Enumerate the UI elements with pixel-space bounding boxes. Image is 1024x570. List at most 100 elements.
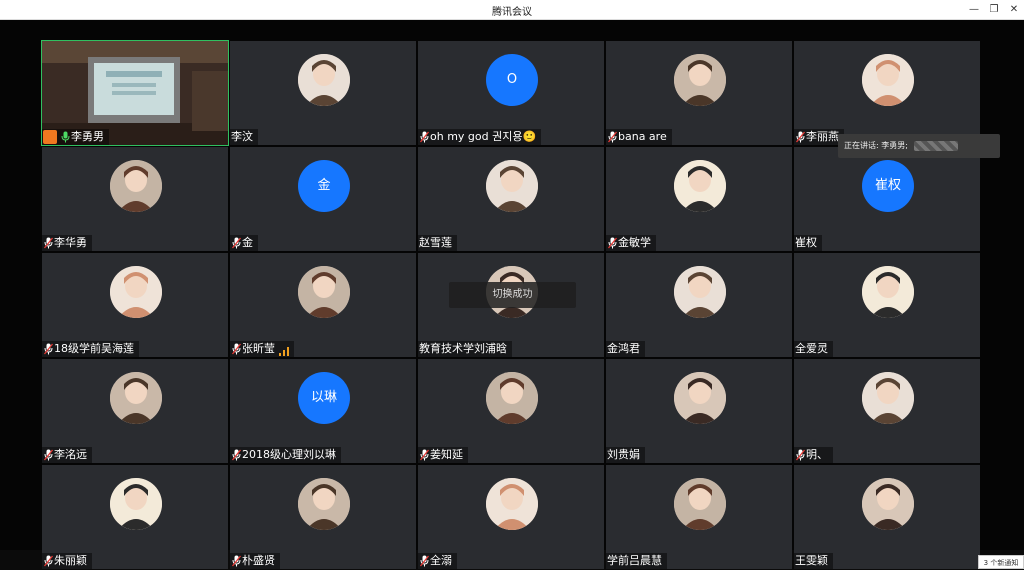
participant-avatar: 崔权 [862,160,914,212]
participant-avatar [486,478,538,530]
participant-tile[interactable]: 李华勇 [42,147,228,251]
participant-tile[interactable]: 全溺 [418,465,604,569]
participant-name-bar: 刘贵娟 [606,447,645,463]
participant-name: 刘贵娟 [607,448,640,461]
speaking-indicator: 正在讲话: 李勇男; [838,134,1000,158]
participant-name-bar: bana are [606,129,672,145]
minimize-icon[interactable]: — [964,1,984,19]
participant-name-bar: 明、 [794,447,833,463]
participant-name: 姜知延 [430,448,463,461]
participant-tile[interactable]: 18级学前吴海莲 [42,253,228,357]
participant-tile[interactable]: 以琳 2018级心理刘以琳 [230,359,416,463]
mic-muted-icon [608,237,617,249]
participant-name-bar: 学前吕晨慧 [606,553,667,569]
participant-avatar [298,478,350,530]
participant-tile[interactable]: 李丽燕 [794,41,980,145]
participant-name: 全溺 [430,554,452,567]
participant-tile[interactable]: 学前吕晨慧 [606,465,792,569]
participant-name: 2018级心理刘以琳 [242,448,336,461]
participant-avatar: O [486,54,538,106]
participant-avatar [862,372,914,424]
mic-muted-icon [44,237,53,249]
participant-name: 李汶 [231,130,253,143]
participant-name-bar: 朱丽颖 [42,553,92,569]
participant-name-bar: oh my god 권지용🙂 [418,129,542,145]
participant-name-bar: 王雯颖 [794,553,833,569]
participant-avatar [674,54,726,106]
mic-muted-icon [232,237,241,249]
participant-name: 全爱灵 [795,342,828,355]
participant-name-bar: 全爱灵 [794,341,833,357]
participant-name: 18级学前吴海莲 [54,342,134,355]
participant-name-bar: 金敏学 [606,235,656,251]
participant-avatar [862,266,914,318]
mic-muted-icon [796,131,805,143]
participant-avatar [298,266,350,318]
speaker-blur-icon [913,140,958,151]
participant-tile[interactable]: 李勇男 [41,40,229,146]
participant-name-bar: 金 [230,235,258,251]
participant-tile[interactable]: 全爱灵 [794,253,980,357]
mic-on-icon [61,131,70,143]
participant-tile[interactable]: bana are [606,41,792,145]
participant-avatar [862,478,914,530]
participant-avatar [674,160,726,212]
participant-name-bar: 李勇男 [42,129,109,145]
participant-name: 金 [242,236,253,249]
participant-name: 张昕莹 [242,342,275,355]
mic-muted-icon [420,131,429,143]
participant-name: 金敏学 [618,236,651,249]
participant-tile[interactable]: 金金 [230,147,416,251]
mic-muted-icon [44,343,53,355]
participant-name-bar: 崔权 [794,235,822,251]
participant-avatar [110,478,162,530]
participant-avatar [674,372,726,424]
participant-name-bar: 赵雪莲 [418,235,457,251]
window-title: 腾讯会议 [492,7,532,18]
participant-avatar [110,372,162,424]
participant-name: 李勇男 [71,130,104,143]
participant-name-bar: 李丽燕 [794,129,844,145]
participant-name-bar: 全溺 [418,553,457,569]
mic-muted-icon [232,343,241,355]
participant-avatar [486,372,538,424]
participant-avatar [110,160,162,212]
participant-avatar: 金 [298,160,350,212]
meeting-stage: 李勇男 李汶 Ooh my god 권지용🙂 bana are 李丽燕 李华勇金金赵雪莲金… [0,20,1024,569]
participant-tile[interactable]: 崔权 崔权 [794,147,980,251]
signal-strength-icon [279,345,289,356]
participant-name-bar: 18级学前吴海莲 [42,341,139,357]
mic-muted-icon [232,449,241,461]
participant-name-bar: 2018级心理刘以琳 [230,447,341,463]
participant-tile[interactable]: 姜知延 [418,359,604,463]
participant-avatar [486,160,538,212]
participant-name-bar: 李汶 [230,129,258,145]
close-icon[interactable]: ✕ [1004,1,1024,19]
participant-tile[interactable]: 金鸿君 [606,253,792,357]
participant-tile[interactable]: 朴盛贤 [230,465,416,569]
participant-tile[interactable]: 朱丽颖 [42,465,228,569]
participant-tile[interactable]: Ooh my god 권지용🙂 [418,41,604,145]
participant-tile[interactable]: 李汶 [230,41,416,145]
participant-name-bar: 李洺远 [42,447,92,463]
participant-tile[interactable]: 张昕莹 [230,253,416,357]
participant-name: 王雯颖 [795,554,828,567]
participant-name: 教育技术学刘浦晗 [419,342,507,355]
participant-name: 李洺远 [54,448,87,461]
participant-tile[interactable]: 李洺远 [42,359,228,463]
participant-tile[interactable]: 刘贵娟 [606,359,792,463]
participant-name: 朴盛贤 [242,554,275,567]
participant-tile[interactable]: 赵雪莲 [418,147,604,251]
participant-name-bar: 朴盛贤 [230,553,280,569]
mic-muted-icon [44,555,53,567]
participant-name: 金鸿君 [607,342,640,355]
restore-icon[interactable]: ❐ [984,1,1004,19]
participant-tile[interactable]: 金敏学 [606,147,792,251]
participant-name: 李华勇 [54,236,87,249]
participant-name: 学前吕晨慧 [607,554,662,567]
participant-tile[interactable]: 王雯颖 [794,465,980,569]
participant-tile[interactable]: 明、 [794,359,980,463]
participant-name: 李丽燕 [806,130,839,143]
participant-name-bar: 教育技术学刘浦晗 [418,341,512,357]
notification-badge[interactable]: 3 个新通知 [978,555,1024,569]
